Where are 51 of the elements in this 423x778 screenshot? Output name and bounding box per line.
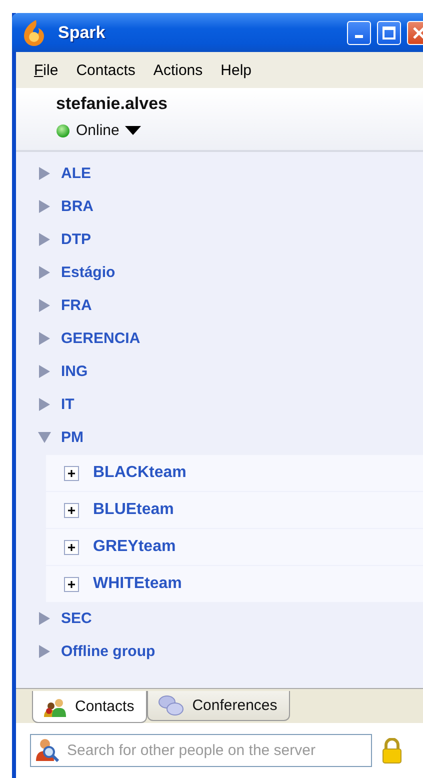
expand-arrow-icon[interactable] [38,612,51,625]
group-label[interactable]: IT [61,396,74,413]
expand-arrow-icon[interactable] [38,299,51,312]
maximize-icon [382,26,396,40]
expand-icon[interactable] [64,502,79,518]
subgroup-label[interactable]: BLUEteam [93,501,174,519]
search-field[interactable]: Search for other people on the server [30,734,372,767]
subgroup-label[interactable]: WHITEteam [93,575,182,593]
menu-item[interactable]: File [34,62,58,78]
expand-arrow-icon[interactable] [38,167,51,180]
collapse-arrow-icon[interactable] [38,431,51,444]
expand-icon[interactable] [64,540,79,554]
chat-bubbles-icon [158,695,184,715]
minimize-icon [355,34,363,38]
maximize-button[interactable] [377,20,401,44]
window-title: Spark [58,22,106,42]
dropdown-caret-icon [125,126,142,135]
minimize-button[interactable] [347,20,371,44]
group-label[interactable]: Offline group [61,643,156,660]
tab[interactable]: Contacts [32,691,148,723]
menu-item[interactable]: Contacts [76,62,136,78]
group-label[interactable]: PM [61,429,84,446]
group-label[interactable]: Estágio [61,264,116,281]
expand-icon[interactable] [64,576,79,592]
people-icon [44,698,66,716]
expand-arrow-icon[interactable] [38,233,51,246]
expand-icon[interactable] [64,466,79,480]
subgroup-label[interactable]: GREYteam [93,538,176,556]
expand-arrow-icon[interactable] [38,645,51,658]
menu-item[interactable]: Help [220,62,252,78]
expand-arrow-icon[interactable] [38,365,51,378]
menu-item[interactable]: Actions [153,62,203,78]
tab[interactable]: Conferences [147,691,290,721]
close-icon [413,26,423,38]
status-selector[interactable]: Online [56,122,142,139]
flame-logo-icon [22,20,46,46]
username: stefanie.alves [56,94,169,114]
expand-arrow-icon[interactable] [38,398,51,411]
expand-arrow-icon[interactable] [38,266,51,279]
group-label[interactable]: GERENCIA [61,330,140,347]
group-label[interactable]: SEC [61,610,92,627]
group-label[interactable]: DTP [61,231,91,248]
expand-arrow-icon[interactable] [38,200,51,213]
online-status-icon [56,124,70,138]
expand-arrow-icon[interactable] [38,332,51,345]
group-label[interactable]: FRA [61,297,92,314]
subgroup-label[interactable]: BLACKteam [93,464,186,482]
group-label[interactable]: ING [61,363,88,380]
lock-icon [382,738,402,763]
group-label[interactable]: BRA [61,198,94,215]
group-label[interactable]: ALE [61,165,91,182]
